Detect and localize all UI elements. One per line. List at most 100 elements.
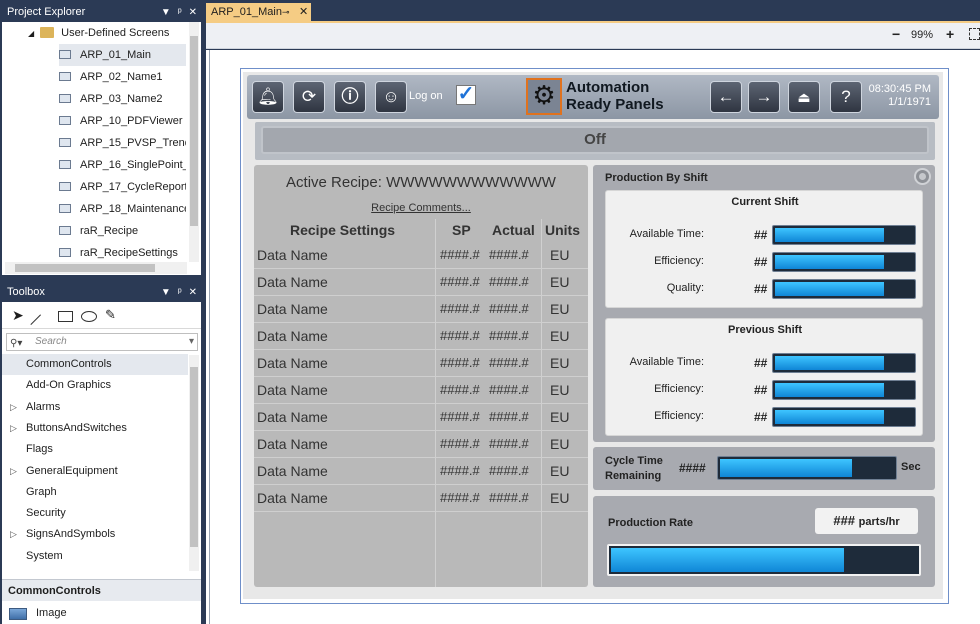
toolbox-category[interactable]: ▷ GeneralEquipment bbox=[2, 461, 188, 482]
screen-item[interactable]: ARP_01_Main bbox=[59, 44, 186, 66]
toolbox-scrollbar[interactable] bbox=[189, 355, 199, 571]
recipe-data-name: Data Name bbox=[257, 247, 328, 263]
logon-label[interactable]: Log on bbox=[409, 90, 443, 102]
hmi-screen: 🔔︎ ⟳ ⓘ ☺ Log on ✓ ⚙ Automation Ready Pan… bbox=[243, 72, 943, 599]
screen-item[interactable]: ARP_18_MaintenanceR bbox=[59, 198, 186, 220]
recipe-units: EU bbox=[550, 247, 570, 263]
image-icon bbox=[9, 608, 27, 620]
production-rate-bar-fill bbox=[611, 548, 844, 572]
screen-item-label: ARP_16_SinglePoint_Tr bbox=[80, 159, 186, 171]
expand-arrow-icon[interactable]: ▷ bbox=[10, 461, 17, 482]
tree-folder-user-defined-screens[interactable]: ◢ User-Defined Screens bbox=[28, 22, 169, 44]
toolbox-title: Toolbox bbox=[7, 286, 45, 298]
project-explorer-scrollbar[interactable] bbox=[189, 22, 199, 262]
current-shift-card: Current Shift Available Time: ## Efficienc… bbox=[605, 190, 923, 308]
back-button[interactable]: ← bbox=[710, 81, 742, 113]
project-explorer-hscrollbar[interactable] bbox=[5, 262, 187, 274]
toolbox-search-input[interactable]: ⚲▾ Search ▾ bbox=[6, 333, 198, 351]
toolbox-category[interactable]: CommonControls bbox=[2, 354, 188, 375]
dropdown-icon[interactable]: ▼ bbox=[161, 283, 171, 302]
cycle-time-bar-fill bbox=[720, 459, 852, 477]
screen-item[interactable]: ARP_16_SinglePoint_Tr bbox=[59, 154, 186, 176]
toolbox-category[interactable]: Add-On Graphics bbox=[2, 375, 188, 396]
toolbox-category[interactable]: Security bbox=[2, 503, 188, 524]
shift-metric-bar-fill bbox=[775, 255, 885, 269]
help-icon: ? bbox=[841, 87, 851, 106]
refresh-icon: ⟳ bbox=[301, 87, 317, 106]
dropdown-icon[interactable]: ▼ bbox=[161, 3, 171, 22]
screen-icon bbox=[59, 71, 71, 81]
pointer-tool-icon[interactable]: ➤ bbox=[12, 307, 24, 323]
recipe-actual: ####.# bbox=[489, 274, 529, 289]
alarm-bell-button[interactable]: 🔔︎ bbox=[252, 81, 284, 113]
document-tab[interactable]: ARP_01_Main ⊸ ✕ bbox=[206, 3, 311, 22]
pin-icon[interactable]: ᵖ bbox=[178, 3, 182, 22]
info-button[interactable]: ⓘ bbox=[334, 81, 366, 113]
search-placeholder: Search bbox=[35, 336, 67, 347]
forward-button[interactable]: → bbox=[748, 81, 780, 113]
toolbox-category-footer[interactable]: CommonControls bbox=[2, 579, 201, 601]
search-dropdown-icon[interactable]: ▾ bbox=[189, 334, 194, 350]
toolbox-category[interactable]: Flags bbox=[2, 439, 188, 460]
logon-checkbox[interactable]: ✓ bbox=[456, 84, 476, 105]
recipe-sp: ####.# bbox=[440, 328, 480, 343]
close-icon[interactable]: ✕ bbox=[189, 283, 197, 302]
refresh-button[interactable]: ⟳ bbox=[293, 81, 325, 113]
shift-metric-bar-fill bbox=[775, 228, 885, 242]
user-button[interactable]: ☺ bbox=[375, 81, 407, 113]
shift-metric-value: ## bbox=[754, 255, 768, 269]
recipe-data-name: Data Name bbox=[257, 301, 328, 317]
screen-item[interactable]: raR_RecipeSettings bbox=[59, 242, 186, 264]
zoom-in-button[interactable]: + bbox=[946, 26, 954, 42]
recipe-data-name: Data Name bbox=[257, 274, 328, 290]
expand-arrow-icon[interactable]: ▷ bbox=[10, 397, 17, 418]
shift-metric-bar-fill bbox=[775, 282, 885, 296]
recipe-sp: ####.# bbox=[440, 301, 480, 316]
screen-item[interactable]: ARP_17_CycleReport bbox=[59, 176, 186, 198]
screen-item[interactable]: ARP_02_Name1 bbox=[59, 66, 186, 88]
shift-metric-label: Efficiency: bbox=[654, 255, 704, 267]
toolbox-titlebar: Toolbox ▼ ᵖ ✕ bbox=[2, 283, 201, 302]
fit-to-window-icon[interactable] bbox=[969, 28, 980, 40]
ellipse-tool-icon[interactable] bbox=[81, 311, 97, 322]
shift-metric-value: ## bbox=[754, 410, 768, 424]
pen-tool-icon[interactable]: ✎ bbox=[105, 307, 116, 323]
screen-item[interactable]: ARP_15_PVSP_Trendin bbox=[59, 132, 186, 154]
toolbox-category[interactable]: System bbox=[2, 546, 188, 567]
recipe-row: Data Name ####.# ####.# EU bbox=[254, 431, 588, 458]
shift-metric-value: ## bbox=[754, 228, 768, 242]
recipe-actual: ####.# bbox=[489, 436, 529, 451]
pin-icon[interactable]: ⊸ bbox=[282, 3, 290, 22]
close-icon[interactable]: ✕ bbox=[189, 3, 197, 22]
gears-logo-icon: ⚙ bbox=[526, 78, 562, 115]
recipe-row: Data Name ####.# ####.# EU bbox=[254, 323, 588, 350]
settings-gear-icon[interactable] bbox=[914, 168, 931, 185]
pin-icon[interactable]: ᵖ bbox=[178, 283, 182, 302]
zoom-out-button[interactable]: − bbox=[892, 26, 900, 42]
expanded-arrow-icon[interactable]: ◢ bbox=[28, 29, 34, 38]
expand-arrow-icon[interactable]: ▷ bbox=[10, 524, 17, 545]
toolbox-category[interactable]: Graph bbox=[2, 482, 188, 503]
toolbox-category[interactable]: ▷ ButtonsAndSwitches bbox=[2, 418, 188, 439]
cycle-time-panel: Cycle Time Remaining #### Sec bbox=[593, 447, 935, 490]
toolbox-category[interactable]: ▷ Alarms bbox=[2, 397, 188, 418]
toolbox-image-item[interactable]: Image bbox=[2, 603, 201, 624]
screen-item[interactable]: raR_Recipe bbox=[59, 220, 186, 242]
close-icon[interactable]: ✕ bbox=[299, 3, 308, 22]
toolbox-category[interactable]: ▷ SignsAndSymbols bbox=[2, 524, 188, 545]
screen-item[interactable]: ARP_10_PDFViewer bbox=[59, 110, 186, 132]
tree-folder-label: User-Defined Screens bbox=[61, 27, 170, 39]
rectangle-tool-icon[interactable] bbox=[58, 311, 73, 322]
recipe-sp: ####.# bbox=[440, 247, 480, 262]
help-button[interactable]: ? bbox=[830, 81, 862, 113]
display-button[interactable]: ⏏ bbox=[788, 81, 820, 113]
expand-arrow-icon[interactable]: ▷ bbox=[10, 418, 17, 439]
screen-item-label: ARP_10_PDFViewer bbox=[80, 115, 183, 127]
production-rate-panel: Production Rate ### parts/hr bbox=[593, 496, 935, 587]
screen-item[interactable]: ARP_03_Name2 bbox=[59, 88, 186, 110]
recipe-data-name: Data Name bbox=[257, 409, 328, 425]
col-sp: SP bbox=[452, 222, 471, 238]
clock-time: 08:30:45 PM bbox=[868, 83, 931, 95]
shift-metric-value: ## bbox=[754, 356, 768, 370]
recipe-comments-link[interactable]: Recipe Comments... bbox=[254, 202, 588, 214]
